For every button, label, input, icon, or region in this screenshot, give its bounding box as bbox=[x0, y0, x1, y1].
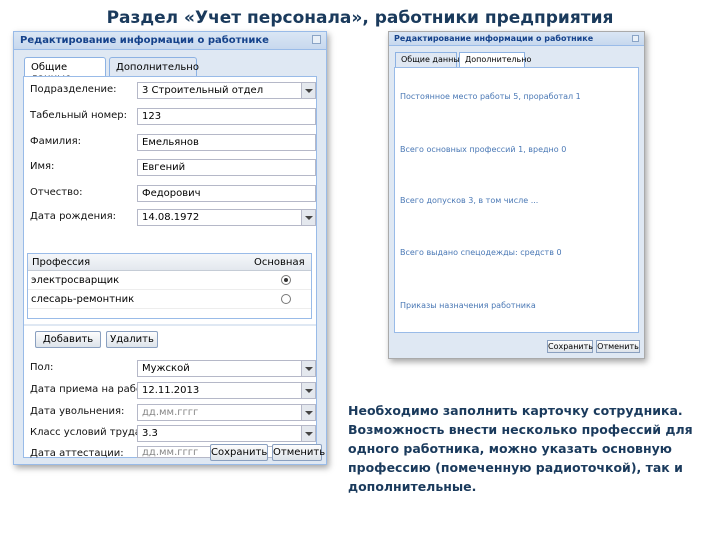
table-row[interactable]: слесарь-ремонтник bbox=[28, 290, 311, 309]
add-button[interactable]: Добавить bbox=[35, 331, 101, 348]
close-icon[interactable] bbox=[312, 35, 321, 44]
close-icon[interactable] bbox=[632, 35, 639, 42]
form-body: Подразделение: 3 Строительный отдел Табе… bbox=[23, 76, 317, 459]
main-column-header[interactable]: Основная bbox=[254, 257, 305, 268]
link-workwear[interactable]: Всего выдано спецодежды: средств 0 bbox=[400, 248, 562, 257]
name-input[interactable]: Евгений bbox=[137, 159, 316, 176]
patronymic-label: Отчество: bbox=[30, 187, 83, 198]
sex-value: Мужской bbox=[142, 363, 190, 374]
delete-button[interactable]: Удалить bbox=[106, 331, 158, 348]
main-profession-radio[interactable] bbox=[281, 294, 291, 304]
birth-date-field[interactable]: 14.08.1972 bbox=[137, 209, 316, 226]
slide-description: Необходимо заполнить карточку сотрудника… bbox=[348, 403, 693, 494]
attestation-date-label: Дата аттестации: bbox=[30, 448, 124, 459]
chevron-down-icon[interactable] bbox=[301, 361, 315, 376]
tab-additional[interactable]: Дополнительно bbox=[459, 52, 531, 67]
dismissal-date-field[interactable]: дд.мм.гггг bbox=[137, 404, 316, 421]
tab-additional[interactable]: Дополнительно bbox=[109, 57, 199, 77]
cancel-button[interactable]: Отменить bbox=[596, 340, 640, 353]
profession-column-header[interactable]: Профессия bbox=[32, 257, 90, 268]
dismissal-date-label: Дата увольнения: bbox=[30, 406, 125, 417]
tab-number-label: Табельный номер: bbox=[30, 110, 128, 121]
tab-general[interactable]: Общие данные bbox=[395, 52, 465, 67]
tab-number-input[interactable]: 123 bbox=[137, 108, 316, 125]
additional-body: Постоянное место работы 5, проработал 1 … bbox=[394, 67, 639, 333]
dialog-title: Редактирование информации о работнике bbox=[394, 34, 594, 43]
save-button[interactable]: Сохранить bbox=[547, 340, 593, 353]
surname-label: Фамилия: bbox=[30, 136, 82, 147]
cancel-button[interactable]: Отменить bbox=[272, 444, 325, 461]
name-label: Имя: bbox=[30, 161, 55, 172]
department-value: 3 Строительный отдел bbox=[142, 85, 264, 96]
work-class-label: Класс условий труда: bbox=[30, 427, 145, 438]
sex-select[interactable]: Мужской bbox=[137, 360, 316, 377]
main-profession-radio[interactable] bbox=[281, 275, 291, 285]
work-class-select[interactable]: 3.3 bbox=[137, 425, 316, 442]
birth-date-value: 14.08.1972 bbox=[142, 212, 200, 223]
calendar-icon[interactable] bbox=[301, 210, 315, 225]
edit-employee-dialog: Редактирование информации о работнике Об… bbox=[13, 31, 327, 465]
edit-employee-dialog-additional: Редактирование информации о работнике Об… bbox=[388, 31, 645, 359]
attestation-date-value: дд.мм.гггг bbox=[142, 447, 199, 458]
hire-date-value: 12.11.2013 bbox=[142, 385, 200, 396]
profession-cell: электросварщик bbox=[31, 275, 120, 286]
table-row[interactable]: электросварщик bbox=[28, 271, 311, 290]
dialog-header: Редактирование информации о работнике bbox=[389, 32, 644, 46]
chevron-down-icon[interactable] bbox=[301, 83, 315, 98]
divider bbox=[24, 324, 316, 326]
tab-general[interactable]: Общие данные bbox=[24, 57, 106, 84]
calendar-icon[interactable] bbox=[301, 405, 315, 420]
birth-date-label: Дата рождения: bbox=[30, 211, 117, 222]
save-button[interactable]: Сохранить bbox=[210, 444, 268, 461]
link-workplace[interactable]: Постоянное место работы 5, проработал 1 bbox=[400, 92, 581, 101]
profession-cell: слесарь-ремонтник bbox=[31, 294, 135, 305]
chevron-down-icon[interactable] bbox=[301, 426, 315, 441]
surname-input[interactable]: Емельянов bbox=[137, 134, 316, 151]
dialog-header: Редактирование информации о работнике bbox=[14, 32, 326, 50]
department-select[interactable]: 3 Строительный отдел bbox=[137, 82, 316, 99]
calendar-icon[interactable] bbox=[301, 383, 315, 398]
link-orders[interactable]: Приказы назначения работника bbox=[400, 301, 536, 310]
patronymic-input[interactable]: Федорович bbox=[137, 185, 316, 202]
dialog-title: Редактирование информации о работнике bbox=[20, 35, 269, 46]
link-professions[interactable]: Всего основных профессий 1, вредно 0 bbox=[400, 145, 566, 154]
department-label: Подразделение: bbox=[30, 84, 117, 95]
link-permits[interactable]: Всего допусков 3, в том числе ... bbox=[400, 196, 538, 205]
dismissal-date-value: дд.мм.гггг bbox=[142, 407, 199, 418]
grid-header: Профессия Основная bbox=[28, 254, 311, 271]
sex-label: Пол: bbox=[30, 362, 54, 373]
work-class-value: 3.3 bbox=[142, 428, 158, 439]
professions-grid: Профессия Основная электросварщик слесар… bbox=[27, 253, 312, 319]
hire-date-field[interactable]: 12.11.2013 bbox=[137, 382, 316, 399]
slide-title: Раздел «Учет персонала», работники предп… bbox=[106, 8, 614, 28]
